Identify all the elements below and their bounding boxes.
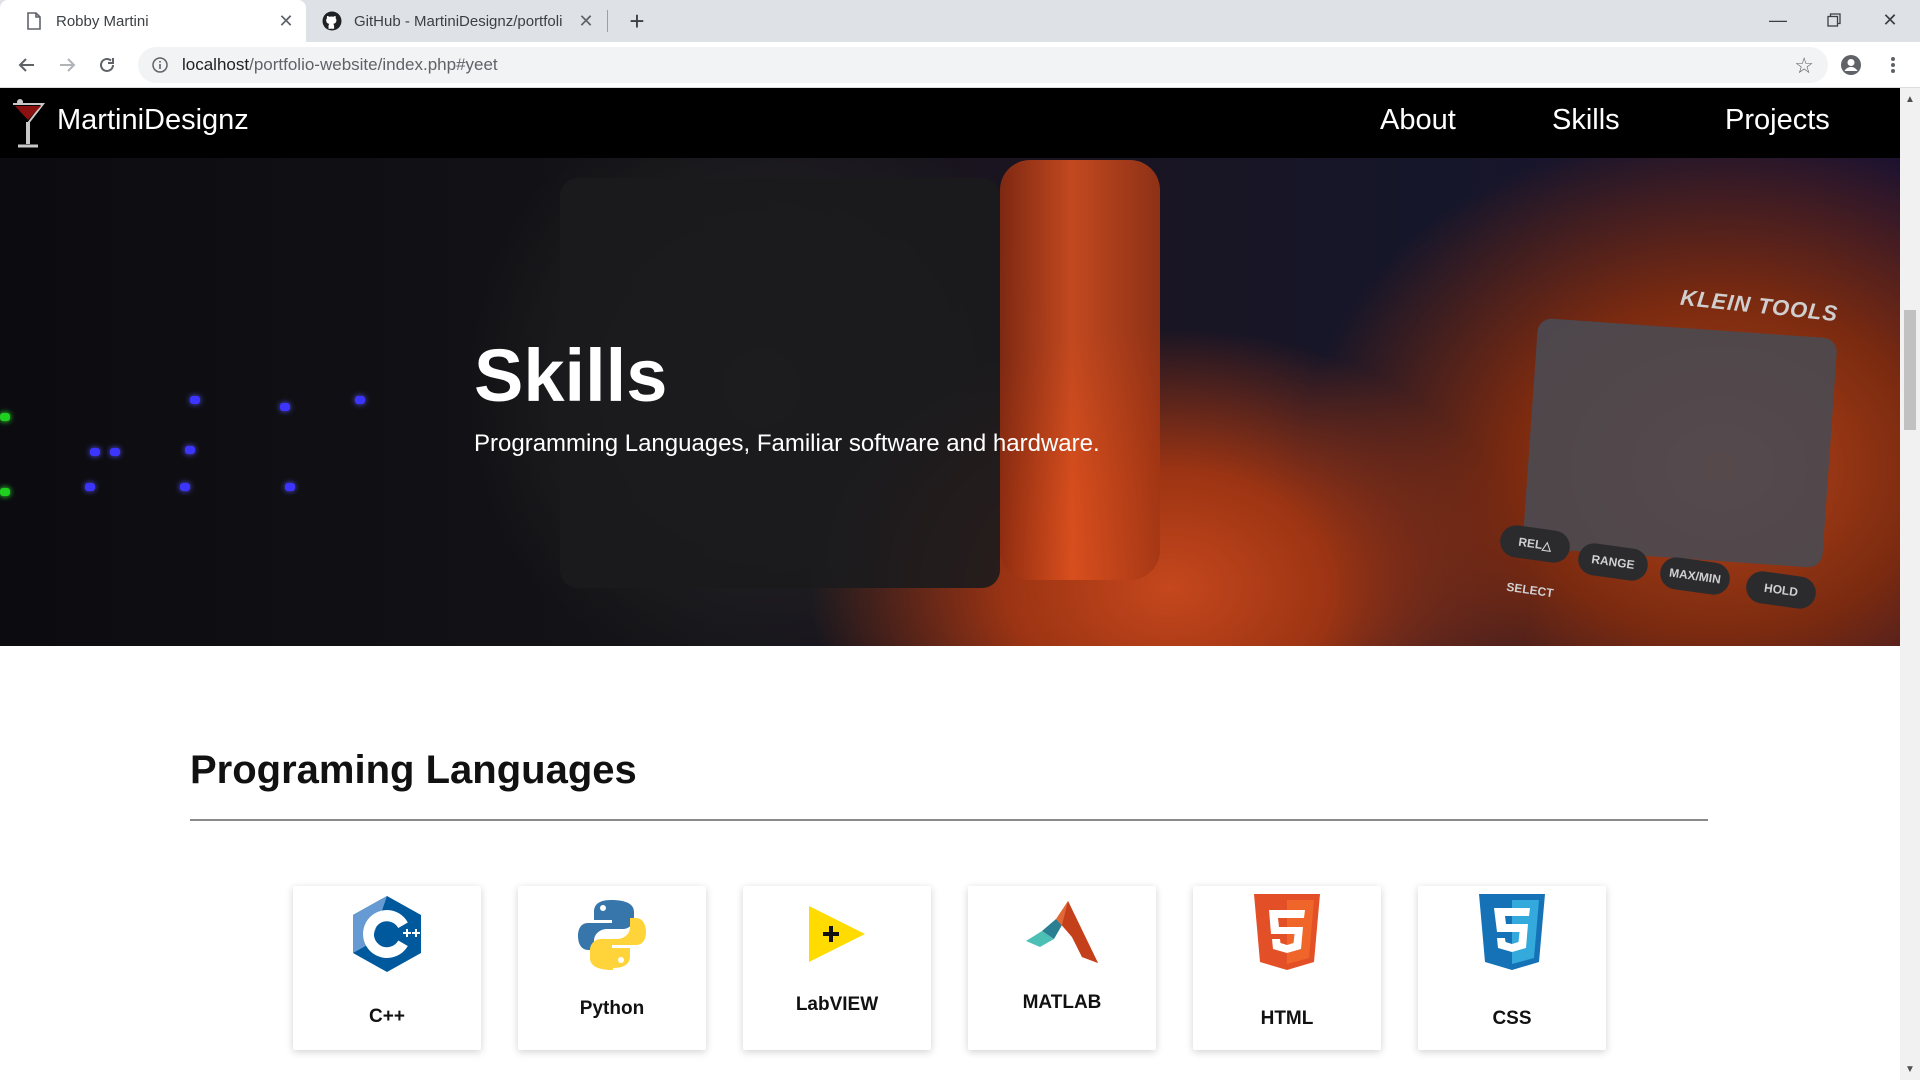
- address-bar[interactable]: localhost/portfolio-website/index.php#ye…: [138, 47, 1828, 83]
- new-tab-button[interactable]: +: [622, 6, 652, 36]
- hero-tool-shape: [1000, 160, 1160, 580]
- close-window-icon[interactable]: ✕: [1862, 0, 1918, 40]
- back-icon[interactable]: [11, 49, 43, 81]
- section-heading: Programing Languages: [190, 748, 637, 792]
- led-light: [285, 483, 295, 491]
- led-light: [180, 483, 190, 491]
- reload-icon[interactable]: [91, 49, 123, 81]
- led-light: [0, 488, 10, 496]
- skill-card-css: CSS: [1418, 886, 1606, 1050]
- led-light: [280, 403, 290, 411]
- skill-label: CSS: [1492, 1008, 1532, 1029]
- site-navbar: MartiniDesignz About Skills Projects: [0, 88, 1900, 158]
- forward-icon[interactable]: [51, 49, 83, 81]
- tab-github[interactable]: GitHub - MartiniDesignz/portfoli ✕: [306, 0, 606, 42]
- restore-icon[interactable]: [1806, 0, 1862, 40]
- led-light: [190, 396, 200, 404]
- brand-name[interactable]: MartiniDesignz: [57, 104, 249, 137]
- nav-link-projects[interactable]: Projects: [1725, 104, 1830, 137]
- python-logo-icon: [572, 894, 652, 974]
- led-light: [185, 446, 195, 454]
- hero-banner: KLEIN TOOLS REL△ RANGE MAX/MIN HOLD SELE…: [0, 88, 1900, 646]
- menu-dots-icon[interactable]: [1877, 49, 1909, 81]
- skill-label: MATLAB: [1022, 992, 1102, 1013]
- led-light: [110, 448, 120, 456]
- skill-card-python: Python: [518, 886, 706, 1050]
- url-text: localhost/portfolio-website/index.php#ye…: [182, 55, 498, 75]
- scrollbar-thumb[interactable]: [1904, 310, 1916, 430]
- bookmark-star-icon[interactable]: ☆: [1794, 53, 1814, 79]
- github-icon: [322, 11, 342, 31]
- meter-key: SELECT: [1505, 579, 1555, 601]
- tab-separator: [607, 10, 608, 32]
- scroll-down-arrow-icon[interactable]: ▼: [1900, 1060, 1920, 1078]
- skill-label: LabVIEW: [795, 994, 879, 1015]
- close-tab-icon[interactable]: ✕: [574, 9, 598, 33]
- martini-logo-icon[interactable]: [10, 96, 46, 152]
- url-path: /portfolio-website/index.php#yeet: [249, 55, 498, 74]
- tab-title: Robby Martini: [56, 12, 149, 30]
- url-host: localhost: [182, 55, 250, 74]
- led-light: [355, 396, 365, 404]
- skill-card-html: HTML: [1193, 886, 1381, 1050]
- skill-card-matlab: MATLAB: [968, 886, 1156, 1050]
- nav-link-skills[interactable]: Skills: [1552, 104, 1620, 137]
- profile-icon[interactable]: [1835, 49, 1867, 81]
- skill-label: HTML: [1260, 1008, 1314, 1029]
- html5-logo-icon: [1247, 892, 1327, 972]
- matlab-logo-icon: [1022, 894, 1102, 974]
- meter-key: HOLD: [1744, 569, 1818, 611]
- page-viewport: KLEIN TOOLS REL△ RANGE MAX/MIN HOLD SELE…: [0, 88, 1900, 1080]
- browser-toolbar: localhost/portfolio-website/index.php#ye…: [0, 42, 1920, 88]
- multimeter-brand: KLEIN TOOLS: [1679, 284, 1840, 327]
- scroll-up-arrow-icon[interactable]: ▲: [1900, 90, 1920, 108]
- skill-label: Python: [579, 998, 645, 1019]
- tab-robby-martini[interactable]: Robby Martini ✕: [0, 0, 306, 42]
- section-divider: [190, 819, 1708, 821]
- skill-label: C++: [369, 1006, 405, 1027]
- close-tab-icon[interactable]: ✕: [274, 9, 298, 33]
- page-icon: [24, 11, 44, 31]
- nav-link-about[interactable]: About: [1380, 104, 1456, 137]
- meter-key: MAX/MIN: [1658, 555, 1732, 597]
- skill-card-labview: LabVIEW: [743, 886, 931, 1050]
- led-light: [85, 483, 95, 491]
- cpp-logo-icon: [347, 894, 427, 974]
- minimize-icon[interactable]: —: [1750, 0, 1806, 40]
- css3-logo-icon: [1472, 892, 1552, 972]
- multimeter-screen: [1522, 317, 1838, 569]
- led-light: [90, 448, 100, 456]
- tab-title: GitHub - MartiniDesignz/portfoli: [354, 12, 563, 30]
- hero-subtitle: Programming Languages, Familiar software…: [474, 430, 1100, 457]
- skill-card-cpp: C++: [293, 886, 481, 1050]
- hero-title: Skills: [474, 334, 668, 417]
- page-scrollbar[interactable]: ▲ ▼: [1900, 88, 1920, 1080]
- tab-strip: Robby Martini ✕ GitHub - MartiniDesignz/…: [0, 0, 1920, 42]
- labview-logo-icon: [797, 894, 877, 974]
- led-light: [0, 413, 10, 421]
- site-info-icon[interactable]: [150, 55, 170, 75]
